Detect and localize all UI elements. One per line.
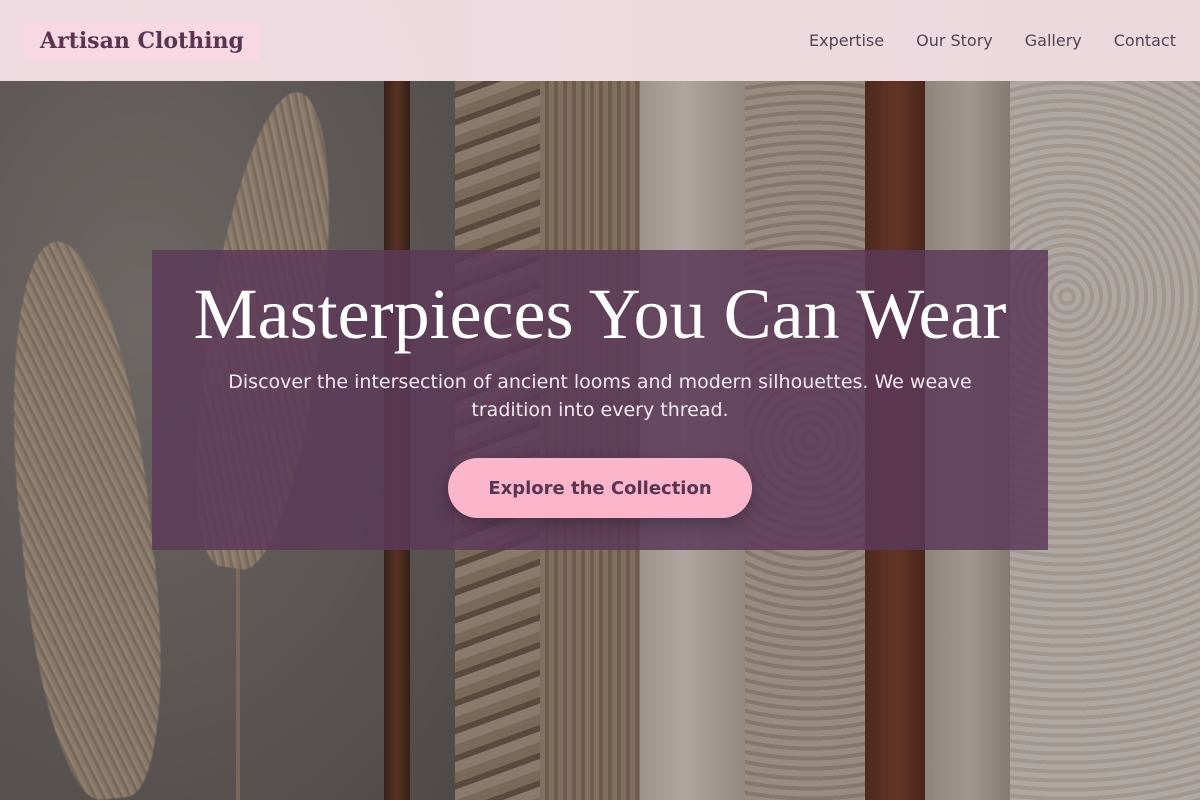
brand-logo[interactable]: Artisan Clothing [24, 21, 260, 60]
site-header: Artisan Clothing Expertise Our Story Gal… [0, 0, 1200, 81]
nav-link-contact[interactable]: Contact [1114, 31, 1176, 50]
main-nav: Expertise Our Story Gallery Contact [809, 31, 1176, 50]
explore-collection-button[interactable]: Explore the Collection [448, 458, 752, 518]
nav-link-gallery[interactable]: Gallery [1025, 31, 1082, 50]
nav-link-expertise[interactable]: Expertise [809, 31, 884, 50]
hero-overlay-card: Masterpieces You Can Wear Discover the i… [152, 250, 1048, 550]
hero-title: Masterpieces You Can Wear [193, 274, 1007, 354]
nav-link-our-story[interactable]: Our Story [916, 31, 993, 50]
hero-subtitle: Discover the intersection of ancient loo… [228, 371, 972, 421]
